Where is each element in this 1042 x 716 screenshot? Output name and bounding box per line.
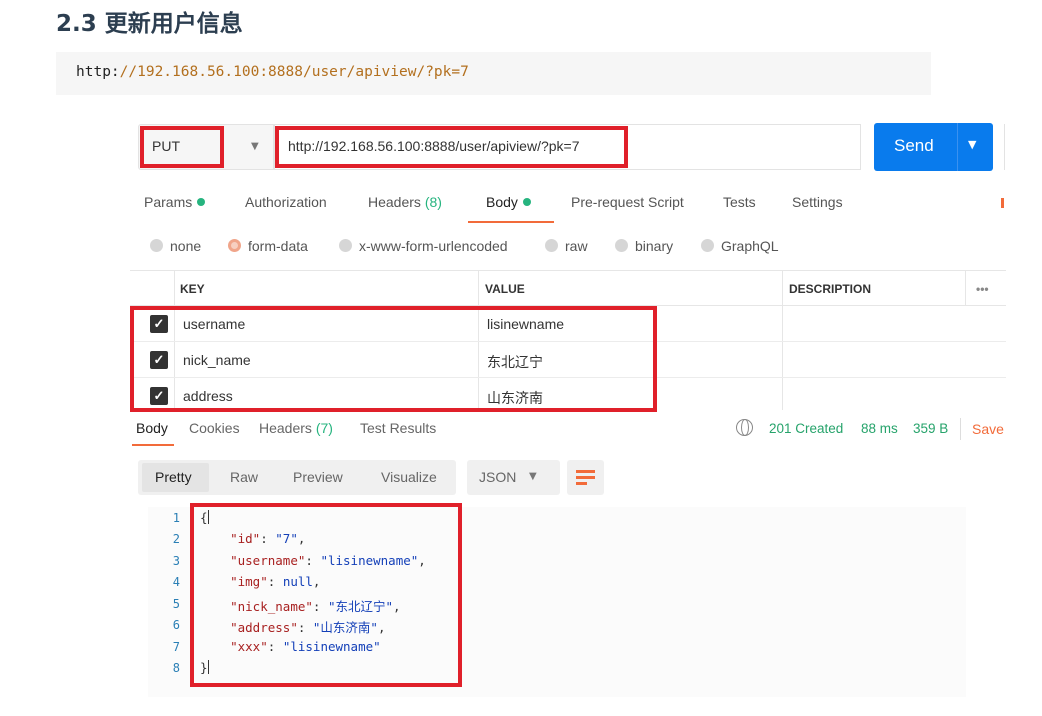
- wrap-lines-button[interactable]: [567, 460, 604, 495]
- chevron-down-icon: ▼: [251, 141, 259, 152]
- overflow-indicator: [1001, 198, 1004, 208]
- send-divider: [957, 123, 958, 171]
- col-value: VALUE: [485, 282, 525, 296]
- radio-icon: [545, 239, 558, 252]
- highlight-method: [140, 126, 224, 168]
- view-pretty[interactable]: Pretty: [155, 469, 192, 485]
- line-number: 5: [172, 597, 180, 611]
- save-response-link[interactable]: Save: [972, 421, 1004, 437]
- chevron-down-icon: ▼: [529, 471, 537, 482]
- highlight-params: [130, 306, 657, 412]
- line-number: 3: [172, 554, 180, 568]
- divider: [960, 418, 961, 440]
- wrap-icon: [576, 476, 595, 479]
- radio-label: GraphQL: [721, 238, 779, 254]
- tab-response-headers[interactable]: Headers (7): [259, 420, 333, 436]
- divider: [1004, 124, 1005, 170]
- line-number: 6: [172, 618, 180, 632]
- active-dot-icon: [197, 198, 206, 206]
- radio-raw[interactable]: raw: [545, 238, 588, 254]
- format-select[interactable]: JSON ▼: [467, 460, 560, 495]
- active-tab-indicator: [132, 444, 174, 446]
- headers-count: (7): [315, 420, 333, 436]
- tab-test-results[interactable]: Test Results: [360, 420, 436, 436]
- radio-label: raw: [565, 238, 588, 254]
- radio-none[interactable]: none: [150, 238, 201, 254]
- send-label: Send: [894, 136, 934, 155]
- globe-icon[interactable]: [736, 419, 753, 436]
- radio-label: form-data: [248, 238, 308, 254]
- postman-screenshot: PUT ▼ http://192.168.56.100:8888/user/ap…: [0, 0, 1042, 716]
- wrap-icon: [576, 482, 587, 485]
- line-number: 2: [172, 532, 180, 546]
- tab-cookies[interactable]: Cookies: [189, 420, 240, 436]
- radio-icon: [150, 239, 163, 252]
- radio-icon: [339, 239, 352, 252]
- tab-tests[interactable]: Tests: [723, 194, 756, 210]
- radio-binary[interactable]: binary: [615, 238, 673, 254]
- send-button[interactable]: Send ▼: [874, 123, 993, 171]
- tab-params[interactable]: Params: [144, 194, 206, 210]
- radio-urlencoded[interactable]: x-www-form-urlencoded: [339, 238, 508, 254]
- view-preview[interactable]: Preview: [293, 469, 343, 485]
- highlight-response: [190, 503, 462, 687]
- wrap-icon: [576, 470, 595, 473]
- line-number: 7: [172, 640, 180, 654]
- active-tab-indicator: [468, 221, 554, 223]
- radio-label: none: [170, 238, 202, 254]
- view-visualize[interactable]: Visualize: [381, 469, 437, 485]
- radio-label: x-www-form-urlencoded: [359, 238, 508, 254]
- radio-selected-icon: [228, 239, 241, 252]
- more-icon[interactable]: •••: [976, 282, 989, 296]
- line-number: 1: [172, 511, 180, 525]
- tab-prerequest[interactable]: Pre-request Script: [571, 194, 684, 210]
- line-number: 4: [172, 575, 180, 589]
- line-number: 8: [172, 661, 180, 675]
- active-dot-icon: [522, 198, 531, 206]
- col-key: KEY: [180, 282, 205, 296]
- tab-label: Params: [144, 194, 193, 210]
- tab-label: Headers: [259, 420, 312, 436]
- tab-response-body[interactable]: Body: [136, 420, 168, 436]
- format-value: JSON: [479, 469, 517, 485]
- divider: [965, 270, 966, 306]
- tab-label: Headers: [368, 194, 421, 210]
- send-options-icon[interactable]: ▼: [968, 138, 976, 151]
- view-raw[interactable]: Raw: [230, 469, 258, 485]
- response-size: 359 B: [913, 421, 949, 436]
- table-header: KEY VALUE DESCRIPTION •••: [130, 270, 1006, 306]
- tab-headers[interactable]: Headers (8): [368, 194, 442, 210]
- tab-authorization[interactable]: Authorization: [245, 194, 327, 210]
- radio-icon: [701, 239, 714, 252]
- radio-icon: [615, 239, 628, 252]
- col-description: DESCRIPTION: [789, 282, 872, 296]
- status-code: 201 Created: [769, 421, 844, 436]
- headers-count: (8): [424, 194, 442, 210]
- radio-form-data[interactable]: form-data: [228, 238, 308, 254]
- view-mode-bar: Pretty Raw Preview Visualize: [138, 460, 456, 495]
- tab-settings[interactable]: Settings: [792, 194, 843, 210]
- radio-graphql[interactable]: GraphQL: [701, 238, 779, 254]
- highlight-url: [275, 126, 628, 168]
- radio-label: binary: [635, 238, 674, 254]
- response-time: 88 ms: [861, 421, 898, 436]
- tab-body[interactable]: Body: [486, 194, 531, 210]
- tab-label: Body: [486, 194, 518, 210]
